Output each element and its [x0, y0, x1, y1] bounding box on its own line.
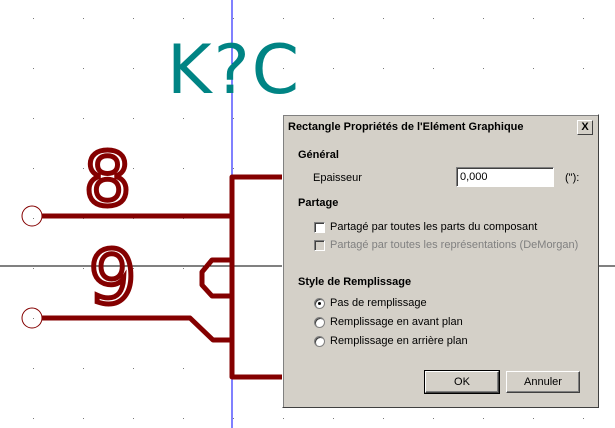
grid-dot — [383, 18, 384, 19]
close-button[interactable]: X — [577, 120, 593, 135]
grid-dot — [33, 318, 34, 319]
grid-dot — [133, 18, 134, 19]
pin-9-connection-circle[interactable] — [21, 307, 43, 329]
grid-dot — [133, 168, 134, 169]
general-heading: Général — [298, 149, 339, 161]
grid-dot — [33, 218, 34, 219]
grid-dot — [83, 368, 84, 369]
grid-dot — [533, 18, 534, 19]
grid-dot — [533, 68, 534, 69]
thickness-unit: ("): — [565, 172, 580, 184]
pin-9-wire — [42, 315, 232, 343]
thickness-label: Epaisseur — [313, 172, 362, 184]
grid-dot — [183, 368, 184, 369]
fill-foreground-radio[interactable] — [314, 317, 325, 328]
component-rectangle[interactable] — [229, 174, 289, 380]
shared-representations-label: Partagé par toutes les représentations (… — [330, 239, 579, 251]
grid-dot — [183, 168, 184, 169]
shared-representations-checkbox[interactable] — [314, 240, 325, 251]
grid-dot — [33, 368, 34, 369]
grid-dot — [83, 268, 84, 269]
grid-dot — [433, 68, 434, 69]
grid-dot — [83, 18, 84, 19]
grid-dot — [383, 418, 384, 419]
grid-dot — [233, 418, 234, 419]
grid-dot — [83, 418, 84, 419]
grid-dot — [583, 68, 584, 69]
grid-dot — [133, 68, 134, 69]
grid-dot — [183, 268, 184, 269]
cancel-button[interactable]: Annuler — [506, 371, 580, 393]
grid-dot — [233, 118, 234, 119]
grid-dot — [433, 18, 434, 19]
grid-dot — [83, 68, 84, 69]
grid-dot — [33, 118, 34, 119]
grid-dot — [183, 118, 184, 119]
dialog-title: Rectangle Propriétés de l'Elément Graphi… — [288, 121, 524, 133]
grid-dot — [433, 418, 434, 419]
grid-dot — [133, 418, 134, 419]
fill-none-radio[interactable] — [314, 298, 325, 309]
grid-dot — [383, 68, 384, 69]
grid-dot — [33, 268, 34, 269]
pin-8-connection-circle[interactable] — [21, 205, 43, 227]
shared-parts-checkbox[interactable] — [314, 222, 325, 233]
grid-dot — [33, 168, 34, 169]
pin-number-9: 9 — [89, 235, 136, 321]
sharing-heading: Partage — [298, 197, 339, 209]
grid-dot — [33, 418, 34, 419]
fill-none-label[interactable]: Pas de remplissage — [330, 297, 427, 309]
grid-dot — [533, 418, 534, 419]
rectangle-properties-dialog: Rectangle Propriétés de l'Elément Graphi… — [282, 114, 599, 408]
grid-dot — [483, 18, 484, 19]
grid-dot — [133, 368, 134, 369]
close-icon: X — [581, 121, 589, 133]
shared-parts-label[interactable]: Partagé par toutes les parts du composan… — [330, 221, 537, 233]
grid-dot — [283, 18, 284, 19]
grid-dot — [183, 18, 184, 19]
grid-dot — [33, 68, 34, 69]
grid-dot — [333, 418, 334, 419]
grid-dot — [483, 418, 484, 419]
dialog-title-bar[interactable]: Rectangle Propriétés de l'Elément Graphi… — [285, 117, 596, 137]
grid-dot — [133, 118, 134, 119]
fill-foreground-label[interactable]: Remplissage en avant plan — [330, 316, 463, 328]
ok-button[interactable]: OK — [424, 370, 500, 394]
grid-dot — [333, 68, 334, 69]
pin-9-shape — [199, 257, 232, 299]
grid-dot — [583, 418, 584, 419]
pin-number-8: 8 — [84, 137, 131, 223]
fill-background-label[interactable]: Remplissage en arrière plan — [330, 335, 468, 347]
grid-dot — [233, 18, 234, 19]
grid-dot — [583, 18, 584, 19]
component-body[interactable] — [42, 174, 289, 380]
grid-dot — [283, 418, 284, 419]
thickness-input[interactable] — [456, 167, 554, 187]
fill-background-radio[interactable] — [314, 336, 325, 347]
grid-dot — [33, 18, 34, 19]
grid-dot — [183, 418, 184, 419]
component-reference[interactable]: K?C — [167, 31, 301, 110]
grid-dot — [83, 118, 84, 119]
grid-dot — [233, 168, 234, 169]
grid-dot — [333, 18, 334, 19]
grid-dot — [483, 68, 484, 69]
fill-style-heading: Style de Remplissage — [298, 276, 412, 288]
